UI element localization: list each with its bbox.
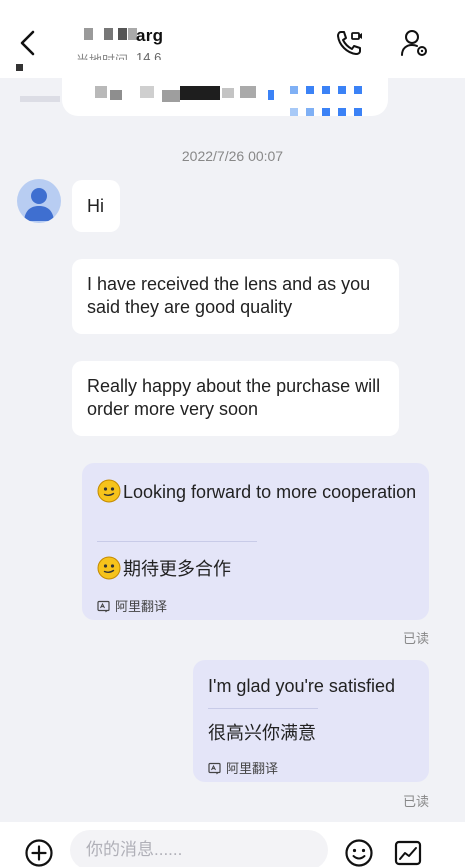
redacted-block: [290, 108, 298, 116]
redacted-block: [180, 86, 220, 100]
message-text: Really happy about the purchase will ord…: [87, 376, 381, 419]
translation-text: 期待更多合作: [123, 559, 231, 579]
translation-source: 阿里翻译: [97, 595, 167, 618]
chevron-left-icon[interactable]: [14, 28, 42, 58]
read-status: 已读: [403, 794, 430, 809]
redacted-block: [354, 86, 362, 94]
message-bubble-incoming[interactable]: Really happy about the purchase will ord…: [72, 361, 399, 436]
redacted-block: [268, 90, 274, 100]
redacted-block: [104, 28, 113, 40]
redacted-block: [222, 88, 234, 98]
redacted-block: [306, 108, 314, 116]
message-input[interactable]: [70, 830, 328, 867]
redacted-block: [338, 86, 346, 94]
redacted-block: [20, 96, 60, 102]
translate-icon: [208, 762, 221, 775]
composer-bar: [0, 822, 465, 867]
redacted-block: [162, 90, 180, 102]
contact-avatar[interactable]: [17, 179, 61, 223]
message-bubble-incoming[interactable]: I have received the lens and as you said…: [72, 259, 399, 334]
read-status: 已读: [403, 631, 430, 646]
message-timestamp: 2022/7/26 00:07: [181, 148, 284, 164]
redacted-block: [84, 28, 93, 40]
contact-name[interactable]: arg: [136, 26, 163, 46]
redacted-block: [290, 86, 298, 94]
redacted-block: [354, 108, 362, 116]
smiley-emoji-icon: [97, 556, 121, 580]
translation-divider: [208, 708, 318, 709]
redacted-block: [140, 86, 154, 98]
redacted-block: [338, 108, 346, 116]
redacted-block: [95, 86, 107, 98]
image-icon[interactable]: [393, 838, 423, 867]
translation-source: 阿里翻译: [208, 757, 278, 780]
default-user-avatar: [24, 188, 54, 221]
user-settings-icon[interactable]: [398, 27, 430, 59]
message-translation: 期待更多合作: [97, 556, 417, 581]
redacted-block: [322, 86, 330, 94]
message-original-text: Looking forward to more cooperation: [123, 482, 417, 502]
message-bubble-outgoing[interactable]: Looking forward to more cooperation 期待更多…: [82, 463, 429, 620]
redacted-block: [118, 28, 127, 40]
redacted-block: [240, 86, 256, 98]
message-text: I have received the lens and as you said…: [87, 274, 371, 317]
message-original-text: I'm glad you're satisfied: [208, 676, 395, 696]
message-text: Looking forward to more cooperation: [97, 479, 417, 504]
message-text: Hi: [87, 196, 104, 216]
status-indicator: [16, 64, 23, 71]
redacted-block: [322, 108, 330, 116]
translation-text: 很高兴你满意: [208, 723, 316, 743]
phone-video-icon[interactable]: [333, 27, 365, 59]
smiley-emoji-icon: [97, 479, 121, 503]
translation-divider: [97, 541, 257, 542]
message-bubble-outgoing[interactable]: I'm glad you're satisfied 很高兴你满意 阿里翻译: [193, 660, 429, 782]
translator-label: 阿里翻译: [115, 599, 168, 614]
smile-icon[interactable]: [344, 838, 374, 867]
translator-label: 阿里翻译: [226, 761, 279, 776]
redacted-block: [110, 90, 122, 100]
message-bubble-incoming[interactable]: Hi: [72, 180, 120, 232]
translate-icon: [97, 600, 110, 613]
plus-circle-icon[interactable]: [24, 838, 54, 867]
redacted-block: [306, 86, 314, 94]
